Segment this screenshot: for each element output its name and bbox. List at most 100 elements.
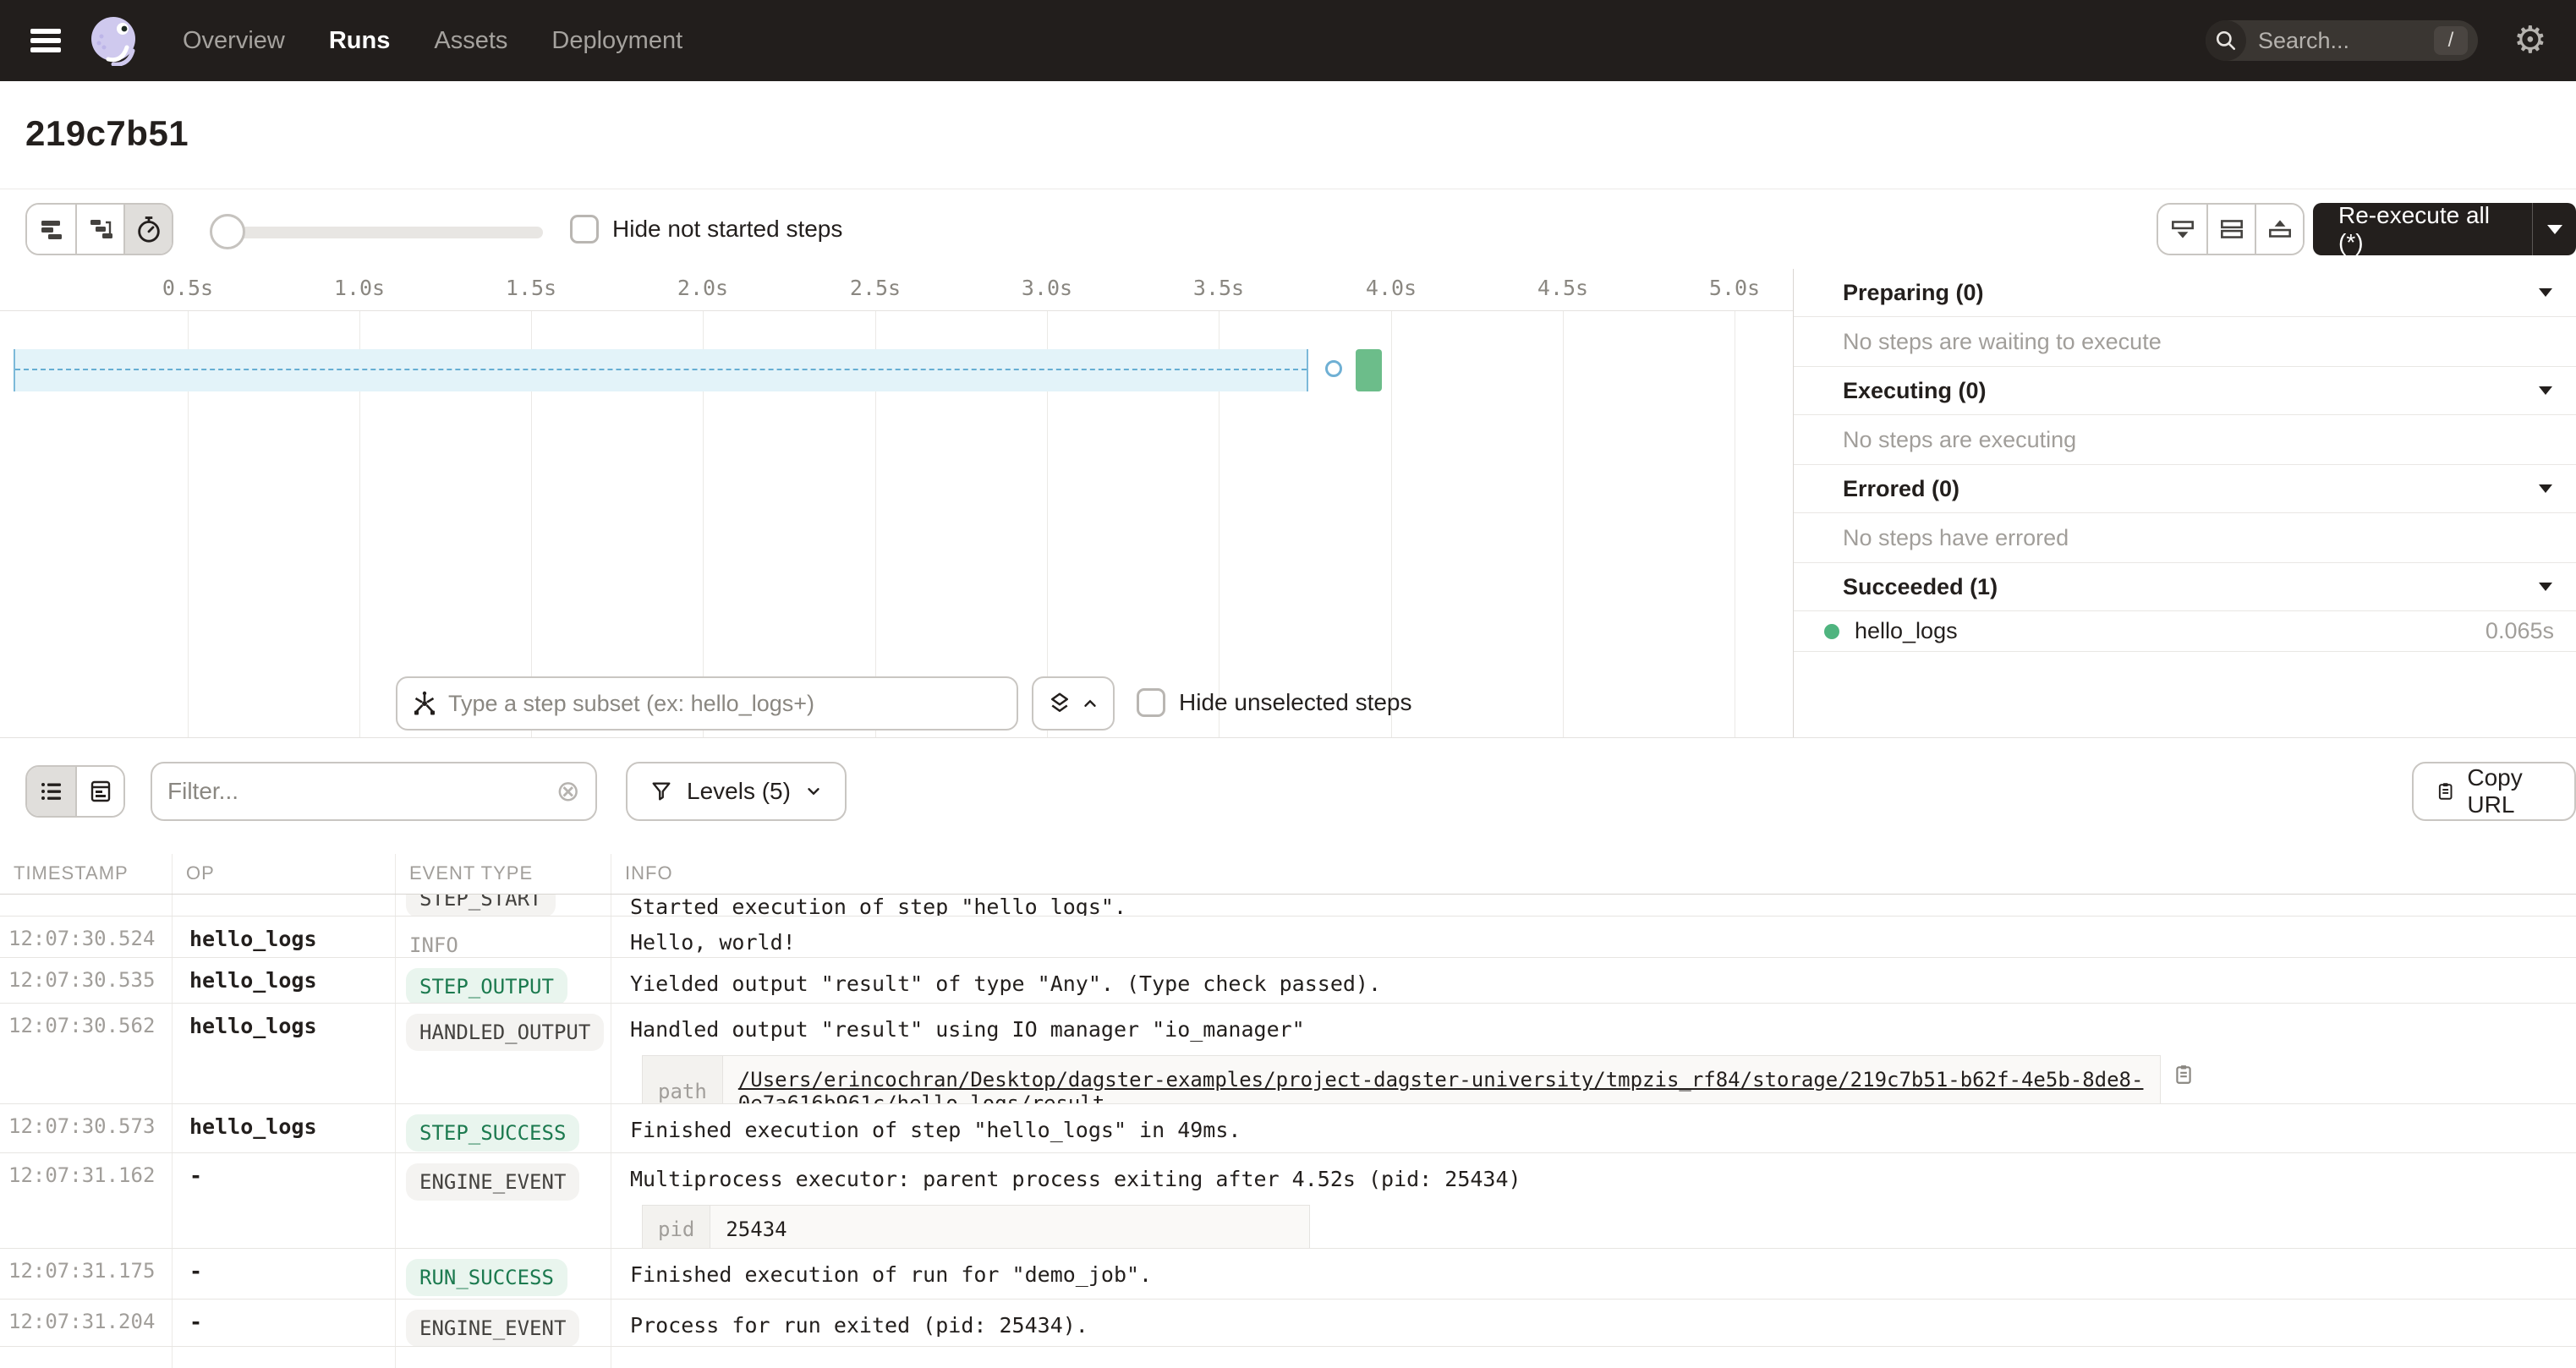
log-row[interactable]: 12:07:31.162 - ENGINE_EVENT Multiprocess… bbox=[0, 1153, 2576, 1249]
log-view-mode-group bbox=[25, 765, 125, 818]
structured-view-icon[interactable] bbox=[75, 767, 123, 816]
hide-unselected-label: Hide unselected steps bbox=[1179, 689, 1412, 716]
log-table-header: TIMESTAMP OP EVENT TYPE INFO bbox=[0, 854, 2576, 895]
log-op: - bbox=[173, 1300, 396, 1346]
axis-tick: 4.0s bbox=[1366, 276, 1417, 300]
chevron-up-icon bbox=[1081, 694, 1099, 713]
gear-icon[interactable]: ⚙ bbox=[2513, 19, 2546, 63]
axis-tick: 1.5s bbox=[506, 276, 556, 300]
step-waiting-band bbox=[14, 349, 1308, 391]
hide-unselected-checkbox[interactable] bbox=[1137, 688, 1165, 717]
log-info-text: Hello, world! bbox=[611, 917, 2576, 957]
event-type-pill: HANDLED_OUTPUT bbox=[406, 1014, 604, 1051]
search-icon bbox=[2206, 20, 2246, 61]
flat-view-icon[interactable] bbox=[27, 205, 75, 254]
log-op: - bbox=[173, 1249, 396, 1299]
event-type-text: INFO bbox=[406, 927, 462, 957]
axis-tick: 0.5s bbox=[162, 276, 213, 300]
expand-bottom-panel-icon[interactable] bbox=[2255, 205, 2303, 254]
nav-item-deployment[interactable]: Deployment bbox=[551, 27, 682, 55]
axis-tick: 2.5s bbox=[850, 276, 901, 300]
event-type-pill: STEP_OUTPUT bbox=[406, 968, 567, 1003]
collapse-bottom-panel-icon[interactable] bbox=[2158, 205, 2206, 254]
layers-icon bbox=[1047, 691, 1072, 716]
metadata-label: path bbox=[643, 1056, 723, 1103]
gantt-step-bar-hello-logs[interactable] bbox=[1356, 349, 1382, 391]
path-link[interactable]: /Users/erincochran/Desktop/dagster-examp… bbox=[738, 1068, 2145, 1103]
log-row[interactable]: 12:07:31.204 - ENGINE_EVENT Process for … bbox=[0, 1300, 2576, 1347]
nav-item-assets[interactable]: Assets bbox=[434, 27, 507, 55]
list-view-icon[interactable] bbox=[27, 767, 75, 816]
log-filter-input[interactable] bbox=[167, 778, 556, 805]
log-op: hello_logs bbox=[173, 917, 396, 957]
zoom-slider[interactable] bbox=[213, 227, 543, 238]
hide-unselected-control: Hide unselected steps bbox=[1137, 688, 1412, 717]
zoom-slider-handle[interactable] bbox=[210, 214, 245, 249]
log-timestamp: 12:07:30.524 bbox=[0, 917, 173, 957]
copy-path-icon[interactable] bbox=[2173, 1064, 2195, 1086]
log-row[interactable]: 12:07:30.573 hello_logs STEP_SUCCESS Fin… bbox=[0, 1104, 2576, 1153]
log-row[interactable]: 12:07:31.175 - RUN_SUCCESS Finished exec… bbox=[0, 1249, 2576, 1300]
dagster-logo[interactable] bbox=[88, 15, 139, 66]
reexecute-all-button[interactable]: Re-execute all (*) bbox=[2313, 202, 2532, 256]
reexecute-options-dropdown[interactable] bbox=[2532, 203, 2576, 255]
log-row[interactable]: 12:07:30.562 hello_logs HANDLED_OUTPUT H… bbox=[0, 1004, 2576, 1104]
log-timestamp: 12:07:31.204 bbox=[0, 1300, 173, 1346]
log-timestamp: 12:07:31.162 bbox=[0, 1153, 173, 1248]
metadata-entry-path: path /Users/erincochran/Desktop/dagster-… bbox=[642, 1055, 2161, 1103]
gantt-time-axis: 0.5s 1.0s 1.5s 2.0s 2.5s 3.0s 3.5s 4.0s … bbox=[0, 269, 1793, 311]
log-timestamp: 12:07:30.573 bbox=[0, 1104, 173, 1152]
section-title: Executing (0) bbox=[1843, 378, 1987, 404]
gantt-view-mode-group bbox=[25, 203, 173, 255]
log-op: - bbox=[173, 1153, 396, 1248]
hide-not-started-label: Hide not started steps bbox=[612, 216, 842, 243]
step-list-item-hello-logs[interactable]: hello_logs 0.065s bbox=[1794, 611, 2576, 652]
timing-view-icon[interactable] bbox=[123, 205, 172, 254]
log-row[interactable]: 12:07:30.524 hello_logs INFO Hello, worl… bbox=[0, 917, 2576, 958]
waterfall-view-icon[interactable] bbox=[75, 205, 123, 254]
levels-filter-button[interactable]: Levels (5) bbox=[626, 762, 847, 821]
metadata-entry-pid: pid 25434 bbox=[642, 1205, 1310, 1248]
section-succeeded[interactable]: Succeeded (1) bbox=[1794, 563, 2576, 611]
axis-tick: 3.5s bbox=[1193, 276, 1244, 300]
op-selector-icon bbox=[411, 690, 438, 717]
copy-url-button[interactable]: Copy URL bbox=[2412, 762, 2576, 821]
col-header-op: OP bbox=[173, 854, 396, 894]
nav-item-overview[interactable]: Overview bbox=[183, 27, 285, 55]
global-search[interactable]: / bbox=[2206, 20, 2478, 61]
col-header-info: INFO bbox=[611, 854, 2576, 894]
log-row[interactable]: STEP_START Started execution of step "he… bbox=[0, 895, 2576, 917]
step-status-dot-icon bbox=[1824, 624, 1839, 639]
clear-filter-icon[interactable]: ⊗ bbox=[556, 774, 581, 808]
event-type-pill: ENGINE_EVENT bbox=[406, 1163, 579, 1201]
gridline bbox=[1563, 311, 1564, 737]
section-errored[interactable]: Errored (0) bbox=[1794, 465, 2576, 513]
funnel-icon bbox=[649, 780, 673, 803]
log-filter-input-wrap: ⊗ bbox=[151, 762, 597, 821]
section-preparing[interactable]: Preparing (0) bbox=[1794, 269, 2576, 317]
log-op: hello_logs bbox=[173, 958, 396, 1003]
graph-query-options-button[interactable] bbox=[1032, 676, 1115, 731]
axis-tick: 5.0s bbox=[1709, 276, 1760, 300]
step-subset-input[interactable] bbox=[448, 691, 1003, 717]
section-executing[interactable]: Executing (0) bbox=[1794, 367, 2576, 415]
nav-item-runs[interactable]: Runs bbox=[329, 27, 391, 55]
step-status-panel: Preparing (0) No steps are waiting to ex… bbox=[1793, 269, 2576, 737]
section-errored-empty: No steps have errored bbox=[1794, 513, 2576, 563]
nav-links: Overview Runs Assets Deployment bbox=[183, 27, 682, 55]
log-info-text: Handled output "result" using IO manager… bbox=[630, 1017, 1305, 1042]
search-input[interactable] bbox=[2258, 28, 2402, 54]
section-executing-empty: No steps are executing bbox=[1794, 415, 2576, 465]
log-op: hello_logs bbox=[173, 1004, 396, 1103]
gantt-toolbar: Hide not started steps Re-execute all (*… bbox=[0, 189, 2576, 269]
hamburger-menu-icon[interactable] bbox=[30, 29, 61, 52]
chevron-down-icon bbox=[2539, 288, 2552, 297]
hide-not-started-checkbox[interactable] bbox=[570, 215, 599, 244]
axis-tick: 2.0s bbox=[677, 276, 728, 300]
step-name: hello_logs bbox=[1855, 618, 1958, 644]
split-panels-icon[interactable] bbox=[2206, 205, 2255, 254]
axis-tick: 1.0s bbox=[334, 276, 385, 300]
log-op: hello_logs bbox=[173, 1104, 396, 1152]
log-row[interactable]: 12:07:30.535 hello_logs STEP_OUTPUT Yiel… bbox=[0, 958, 2576, 1004]
metadata-value: 25434 bbox=[710, 1206, 1309, 1248]
